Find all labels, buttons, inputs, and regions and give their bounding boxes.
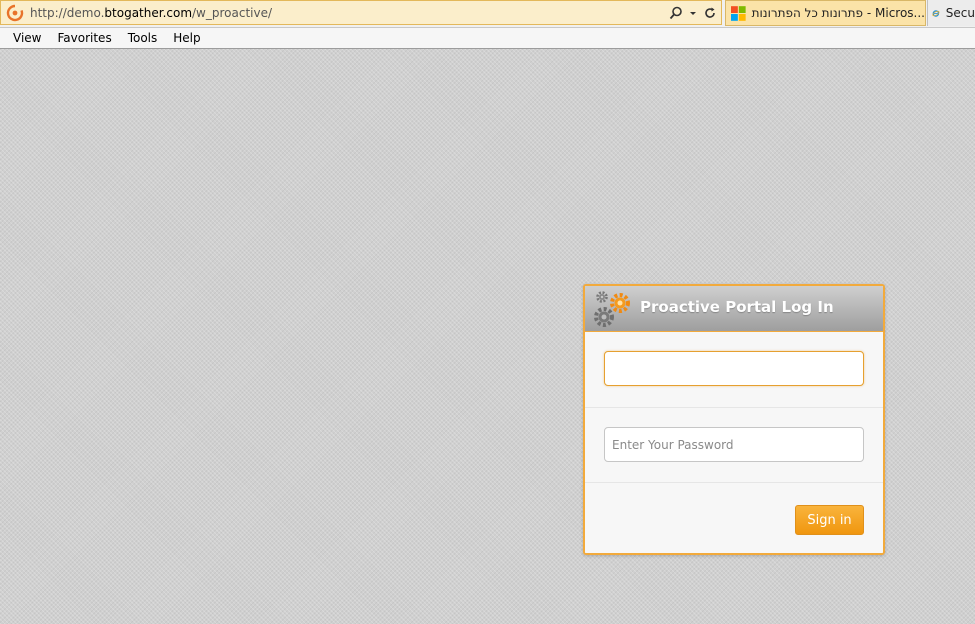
page-background: Proactive Portal Log In Sign in	[0, 49, 975, 624]
search-icon[interactable]	[669, 6, 683, 20]
url-text[interactable]: http://demo.btogather.com/w_proactive/	[30, 6, 272, 20]
windows-logo-icon	[731, 5, 746, 21]
refresh-icon[interactable]	[703, 6, 717, 20]
password-input[interactable]	[604, 427, 864, 462]
dropdown-arrow-icon[interactable]	[689, 6, 697, 20]
login-title: Proactive Portal Log In	[640, 298, 834, 316]
menu-bar: View Favorites Tools Help	[0, 28, 975, 49]
username-row	[585, 332, 883, 408]
password-row	[585, 408, 883, 483]
menu-item-tools[interactable]: Tools	[115, 31, 158, 45]
username-input[interactable]	[604, 351, 864, 386]
menu-item-help[interactable]: Help	[160, 31, 200, 45]
actions-row: Sign in	[585, 483, 883, 553]
tab-label: Secu	[945, 6, 975, 20]
sign-in-button[interactable]: Sign in	[795, 505, 864, 535]
ie-logo-icon	[932, 9, 940, 17]
browser-tab[interactable]: Secu	[927, 0, 975, 26]
menu-item-favorites[interactable]: Favorites	[44, 31, 111, 45]
login-panel-header: Proactive Portal Log In	[585, 286, 883, 332]
tab-label: פתרונות כל הפתרונות - Micros...	[751, 6, 925, 20]
gears-icon	[594, 291, 630, 327]
site-favicon-icon	[6, 4, 24, 22]
menu-item-view[interactable]: View	[0, 31, 41, 45]
login-panel: Proactive Portal Log In Sign in	[583, 284, 885, 555]
browser-tab-active[interactable]: פתרונות כל הפתרונות - Micros...	[725, 0, 926, 26]
browser-toolbar: http://demo.btogather.com/w_proactive/ פ…	[0, 0, 975, 28]
address-bar[interactable]: http://demo.btogather.com/w_proactive/	[0, 0, 722, 25]
